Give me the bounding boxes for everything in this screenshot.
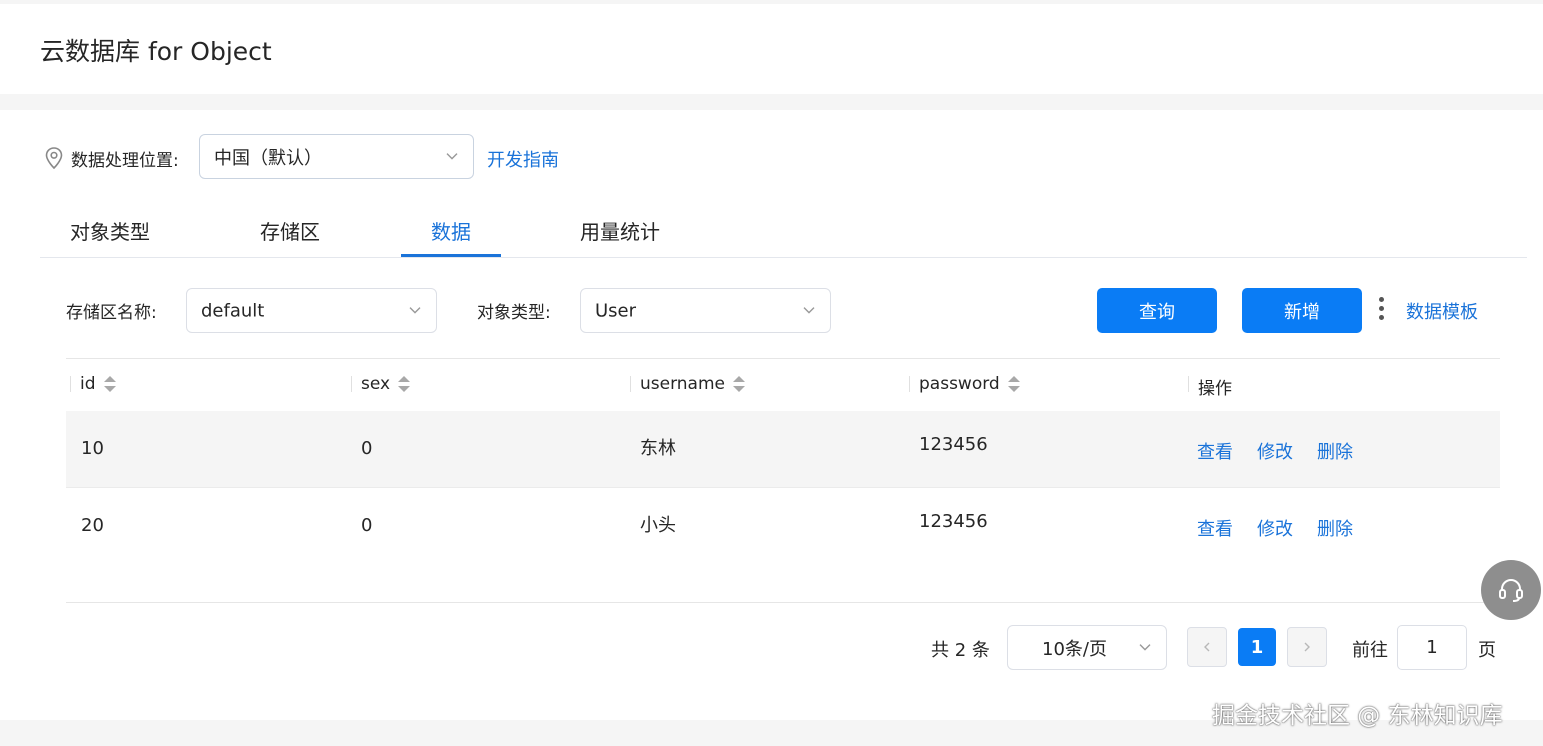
tab-bar: 对象类型 存储区 数据 用量统计 bbox=[40, 200, 1527, 258]
location-label: 数据处理位置: bbox=[71, 151, 179, 171]
object-type-label: 对象类型: bbox=[477, 303, 551, 323]
tab-usage-stats[interactable]: 用量统计 bbox=[580, 216, 660, 245]
more-options-icon[interactable] bbox=[1376, 297, 1386, 325]
view-link[interactable]: 查看 bbox=[1197, 438, 1233, 464]
column-header-sex[interactable]: sex bbox=[351, 374, 411, 394]
current-page[interactable]: 1 bbox=[1238, 628, 1276, 666]
table-header: id sex username password 操作 bbox=[66, 359, 1500, 411]
tab-object-types[interactable]: 对象类型 bbox=[70, 216, 150, 245]
header-bar: 云数据库 for Object bbox=[0, 4, 1543, 94]
page-size-select[interactable]: 10条/页 bbox=[1007, 625, 1167, 670]
sort-icon[interactable] bbox=[733, 376, 745, 392]
location-select[interactable]: 中国（默认） bbox=[199, 134, 474, 179]
query-button[interactable]: 查询 bbox=[1097, 288, 1217, 333]
column-label: 操作 bbox=[1198, 379, 1232, 399]
column-label: sex bbox=[361, 374, 391, 394]
column-header-password[interactable]: password bbox=[909, 374, 1020, 394]
storage-name-value: default bbox=[201, 300, 265, 321]
goto-page-input[interactable]: 1 bbox=[1397, 625, 1467, 670]
headset-icon bbox=[1499, 579, 1523, 602]
goto-prefix: 前往 bbox=[1352, 640, 1388, 661]
storage-name-label: 存储区名称: bbox=[66, 303, 157, 323]
dev-guide-link[interactable]: 开发指南 bbox=[487, 146, 559, 172]
chevron-right-icon bbox=[1304, 642, 1310, 652]
column-label: username bbox=[640, 374, 725, 394]
delete-link[interactable]: 删除 bbox=[1317, 515, 1353, 541]
tab-storage[interactable]: 存储区 bbox=[260, 216, 320, 245]
column-header-actions: 操作 bbox=[1188, 374, 1232, 399]
next-page-button[interactable] bbox=[1287, 627, 1327, 667]
chevron-left-icon bbox=[1204, 642, 1210, 652]
chevron-down-icon bbox=[446, 152, 458, 160]
page-size-value: 10条/页 bbox=[1042, 638, 1107, 660]
sort-icon[interactable] bbox=[103, 376, 116, 392]
prev-page-button[interactable] bbox=[1187, 627, 1227, 667]
cell-id: 20 bbox=[81, 515, 104, 536]
cell-sex: 0 bbox=[361, 515, 373, 536]
chevron-down-icon bbox=[803, 306, 815, 314]
cell-password: 123456 bbox=[919, 434, 988, 455]
chevron-down-icon bbox=[1139, 643, 1151, 651]
column-divider bbox=[351, 376, 352, 392]
column-header-id[interactable]: id bbox=[70, 374, 116, 394]
add-button[interactable]: 新增 bbox=[1242, 288, 1362, 333]
data-table: id sex username password 操作 10 0 东林 1234… bbox=[66, 358, 1500, 603]
column-header-username[interactable]: username bbox=[630, 374, 745, 394]
delete-link[interactable]: 删除 bbox=[1317, 438, 1353, 464]
cell-username: 东林 bbox=[640, 438, 676, 459]
customer-support-button[interactable] bbox=[1481, 560, 1541, 620]
column-divider bbox=[1188, 376, 1189, 392]
pagination-total: 共 2 条 bbox=[931, 640, 990, 661]
cell-id: 10 bbox=[81, 438, 104, 459]
table-row: 10 0 东林 123456 查看 修改 删除 bbox=[66, 411, 1500, 487]
chevron-down-icon bbox=[409, 306, 421, 314]
goto-suffix: 页 bbox=[1478, 640, 1496, 661]
cell-password: 123456 bbox=[919, 511, 988, 532]
tab-data[interactable]: 数据 bbox=[431, 216, 471, 245]
cell-sex: 0 bbox=[361, 438, 373, 459]
watermark: 掘金技术社区 @ 东林知识库 bbox=[1212, 703, 1503, 729]
column-divider bbox=[70, 376, 71, 392]
table-row: 20 0 小头 123456 查看 修改 删除 bbox=[66, 487, 1500, 563]
edit-link[interactable]: 修改 bbox=[1257, 438, 1293, 464]
object-type-value: User bbox=[595, 300, 637, 321]
active-tab-indicator bbox=[401, 254, 501, 257]
column-divider bbox=[630, 376, 631, 392]
cell-username: 小头 bbox=[640, 515, 676, 536]
storage-name-select[interactable]: default bbox=[186, 288, 437, 333]
page-title: 云数据库 for Object bbox=[40, 37, 272, 66]
location-pin-icon bbox=[45, 147, 63, 170]
view-link[interactable]: 查看 bbox=[1197, 515, 1233, 541]
column-label: password bbox=[919, 374, 1000, 394]
sort-icon[interactable] bbox=[1007, 376, 1020, 392]
data-template-link[interactable]: 数据模板 bbox=[1406, 298, 1478, 324]
column-divider bbox=[909, 376, 910, 392]
edit-link[interactable]: 修改 bbox=[1257, 515, 1293, 541]
sort-icon[interactable] bbox=[398, 376, 411, 392]
object-type-select[interactable]: User bbox=[580, 288, 831, 333]
column-label: id bbox=[80, 374, 96, 394]
location-select-value: 中国（默认） bbox=[214, 147, 322, 169]
